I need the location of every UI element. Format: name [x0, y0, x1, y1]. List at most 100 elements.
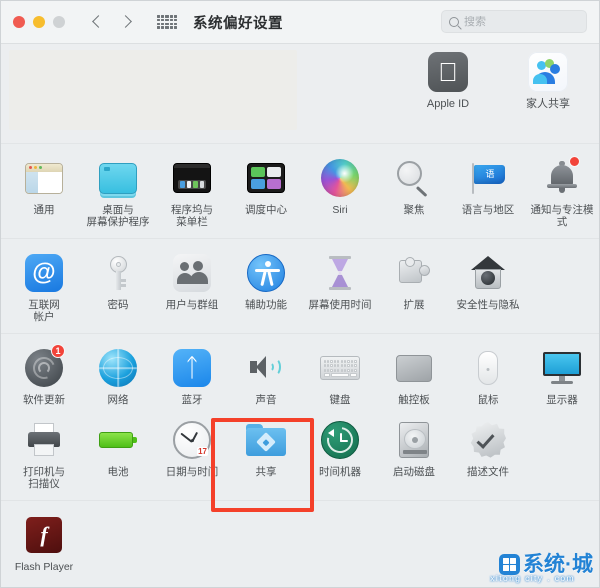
pref-item-label: 蓝牙: [181, 394, 203, 406]
pref-item-label: 网络: [107, 394, 129, 406]
startup-disk-icon: [399, 422, 429, 458]
pref-item-screen-time[interactable]: 屏幕使用时间: [303, 249, 377, 327]
pref-item-spotlight[interactable]: 聚焦: [377, 154, 451, 232]
system-preferences-window: 系统偏好设置  Apple ID: [0, 0, 600, 588]
pref-item-accessibility[interactable]: 辅助功能: [229, 249, 303, 327]
pref-item-bluetooth[interactable]: ᛏ 蓝牙: [155, 344, 229, 410]
pref-item-label: 打印机与 扫描仪: [8, 466, 80, 490]
pref-item-extensions[interactable]: 扩展: [377, 249, 451, 327]
pref-item-family-sharing[interactable]: 家人共享: [511, 48, 585, 114]
network-globe-icon: [99, 349, 137, 387]
pref-item-label: 屏幕使用时间: [308, 299, 372, 311]
pref-item-display[interactable]: 显示器: [525, 344, 599, 410]
pref-item-apple-id[interactable]:  Apple ID: [411, 48, 485, 114]
icon-container: 17: [170, 418, 214, 462]
pref-item-users-groups[interactable]: 用户与群组: [155, 249, 229, 327]
pref-item-label: 触控板: [398, 394, 430, 406]
label-line-1: 桌面与: [102, 204, 134, 216]
icon-container: [392, 251, 436, 295]
pref-row: 1 软件更新 网络 ᛏ 蓝牙 声音 键盘 触控板 鼠标 显示器: [7, 344, 593, 410]
pref-item-battery[interactable]: 电池: [81, 416, 155, 494]
pref-item-sound[interactable]: 声音: [229, 344, 303, 410]
site-watermark: 系统·城 xitong city . com: [490, 554, 593, 583]
icon-container: [22, 156, 66, 200]
minimize-button[interactable]: [33, 16, 45, 28]
pref-item-label: 扩展: [403, 299, 425, 311]
windows-logo-icon: [499, 554, 520, 575]
printers-scanners-icon: [25, 423, 63, 457]
watermark-main: 系统·城: [499, 554, 593, 575]
clock-day-number: 17: [197, 447, 208, 456]
users-groups-icon: [173, 254, 211, 292]
search-icon: [449, 16, 459, 27]
pref-item-siri[interactable]: Siri: [303, 154, 377, 232]
icon-container: [96, 418, 140, 462]
label-line-1: 打印机与: [23, 466, 65, 478]
pref-row: @ 互联网 帐户 密码 用户与群组 辅助功能 屏幕使用时间 扩展 安全性与隐私: [7, 249, 593, 327]
label-line-2: 扫描仪: [28, 478, 60, 490]
pref-item-language-region[interactable]: 语 语言与地区: [451, 154, 525, 232]
icon-container: [466, 346, 510, 390]
icon-container: [392, 156, 436, 200]
pref-item-profiles[interactable]: 描述文件: [451, 416, 525, 494]
pref-item-label: 安全性与隐私: [456, 299, 520, 311]
close-button[interactable]: [13, 16, 25, 28]
passwords-key-icon: [99, 254, 137, 292]
icon-container: : [426, 50, 470, 94]
icon-container: [318, 418, 362, 462]
pref-item-label: 密码: [107, 299, 129, 311]
icon-container: [540, 156, 584, 200]
pref-item-printers-scanners[interactable]: 打印机与 扫描仪: [7, 416, 81, 494]
pref-item-dock-menubar[interactable]: 程序坞与 菜单栏: [155, 154, 229, 232]
zoom-button: [53, 16, 65, 28]
forward-arrow-icon[interactable]: [120, 16, 133, 29]
pref-item-network[interactable]: 网络: [81, 344, 155, 410]
icon-container: [96, 156, 140, 200]
icon-container: [22, 418, 66, 462]
pref-item-notifications-focus[interactable]: 通知与专注模式: [525, 154, 599, 232]
pref-item-desktop-screensaver[interactable]: 桌面与 屏幕保护程序: [81, 154, 155, 232]
icon-container: [96, 251, 140, 295]
watermark-title: 系统·城: [523, 553, 593, 576]
pref-item-software-update[interactable]: 1 软件更新: [7, 344, 81, 410]
window-titlebar: 系统偏好设置: [1, 1, 599, 44]
pref-item-mouse[interactable]: 鼠标: [451, 344, 525, 410]
traffic-lights: [13, 16, 65, 28]
section-personal: 通用 桌面与 屏幕保护程序 程序坞与 菜单栏 调度中心 Siri 聚焦 语 语言…: [1, 144, 599, 239]
pref-item-time-machine[interactable]: 时间机器: [303, 416, 377, 494]
icon-container: [170, 251, 214, 295]
pref-item-trackpad[interactable]: 触控板: [377, 344, 451, 410]
section-hardware: 1 软件更新 网络 ᛏ 蓝牙 声音 键盘 触控板 鼠标 显示器 打印机与 扫描仪…: [1, 334, 599, 501]
icon-container: @: [22, 251, 66, 295]
pref-item-mission-control[interactable]: 调度中心: [229, 154, 303, 232]
pref-item-sharing[interactable]: 共享: [229, 416, 303, 494]
pref-item-label: 电池: [107, 466, 129, 478]
pref-item-startup-disk[interactable]: 启动磁盘: [377, 416, 451, 494]
search-input[interactable]: [464, 15, 579, 28]
hero-section:  Apple ID 家人共享: [1, 44, 599, 144]
pref-item-keyboard[interactable]: 键盘: [303, 344, 377, 410]
label-line-2: 帐户: [33, 311, 55, 323]
pref-item-security-privacy[interactable]: 安全性与隐私: [451, 249, 525, 327]
pref-item-label: 鼠标: [477, 394, 499, 406]
spotlight-icon: [395, 159, 433, 197]
icon-container: [318, 251, 362, 295]
sound-speaker-icon: [247, 353, 285, 383]
pref-item-label: 通用: [33, 204, 55, 216]
pref-item-passwords[interactable]: 密码: [81, 249, 155, 327]
flash-player-icon: f: [26, 517, 62, 553]
icon-container: [318, 346, 362, 390]
pref-item-internet-accounts[interactable]: @ 互联网 帐户: [7, 249, 81, 327]
search-field[interactable]: [441, 10, 587, 33]
pref-item-general[interactable]: 通用: [7, 154, 81, 232]
icon-container: [526, 50, 570, 94]
extensions-puzzle-icon: [395, 256, 433, 290]
pref-item-date-time[interactable]: 17 日期与时间: [155, 416, 229, 494]
back-arrow-icon[interactable]: [91, 16, 104, 29]
time-machine-icon: [321, 421, 359, 459]
screen-time-icon: [321, 254, 359, 292]
apple-id-icon: : [428, 52, 468, 92]
pref-item-label: 家人共享: [526, 98, 570, 110]
pref-item-flash-player[interactable]: f Flash Player: [7, 511, 81, 577]
show-all-grid-icon[interactable]: [157, 15, 177, 29]
